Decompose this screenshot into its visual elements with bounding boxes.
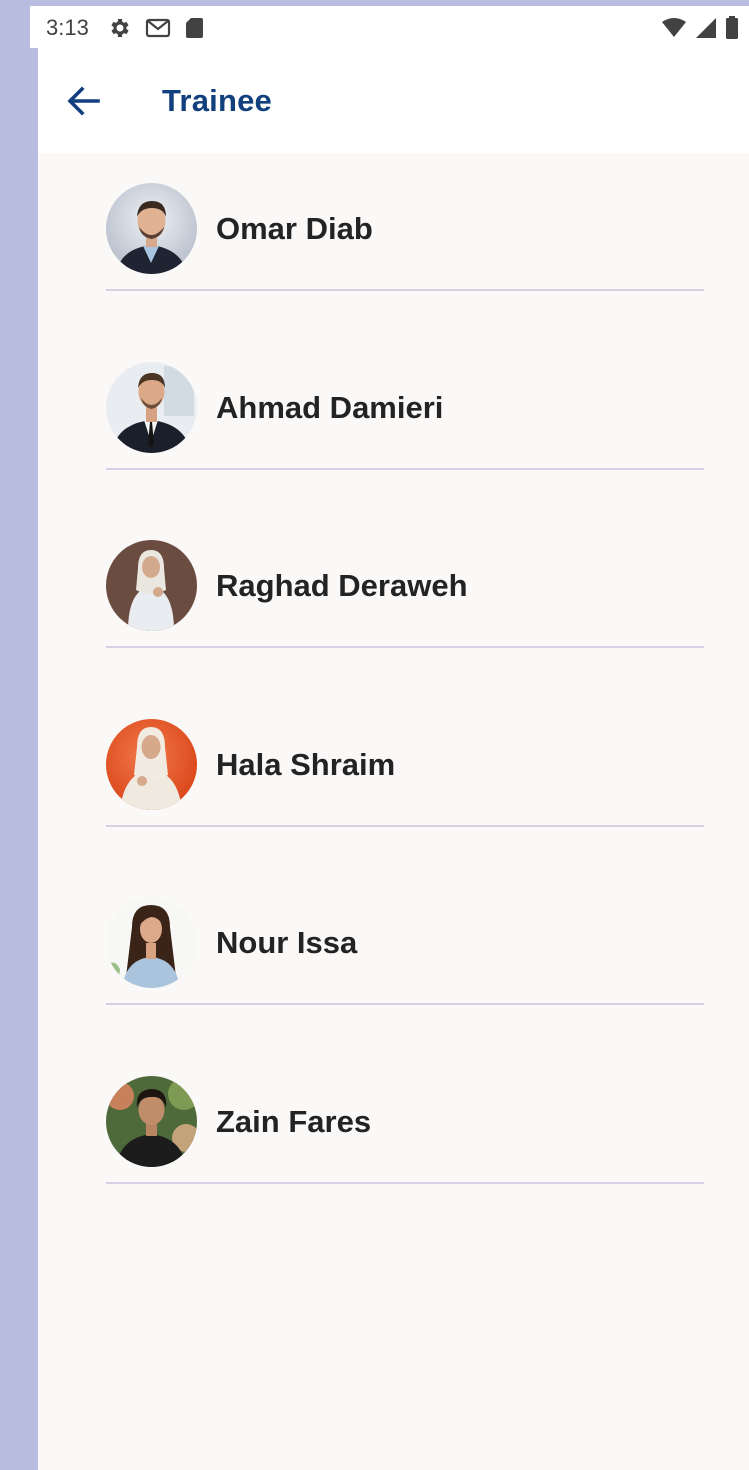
- avatar: [106, 540, 197, 631]
- trainee-item[interactable]: Nour Issa: [106, 897, 704, 1076]
- trainee-item[interactable]: Hala Shraim: [106, 718, 704, 898]
- avatar: [106, 1075, 197, 1167]
- arrow-left-icon: [67, 85, 100, 116]
- avatar: [106, 183, 197, 274]
- avatar: [106, 897, 197, 988]
- avatar-photo: [106, 361, 197, 453]
- divider: [106, 824, 704, 827]
- back-button[interactable]: [38, 61, 130, 141]
- trainee-item[interactable]: Ahmad Damieri: [106, 361, 704, 541]
- avatar-photo: [106, 540, 197, 631]
- app-screen: 3:13 Trainee Omar Diab Ahmad Damieri Rag…: [38, 8, 749, 1470]
- trainee-name: Raghad Deraweh: [216, 568, 468, 603]
- trainee-item[interactable]: Zain Fares: [106, 1075, 704, 1255]
- avatar-photo: [106, 897, 197, 988]
- sd-card-icon: [185, 18, 203, 38]
- divider: [106, 467, 704, 470]
- trainee-name: Nour Issa: [216, 925, 358, 960]
- gmail-icon: [145, 18, 170, 38]
- trainee-name: Omar Diab: [216, 211, 373, 246]
- divider: [106, 289, 704, 291]
- wifi-icon: [662, 18, 686, 37]
- trainee-name: Zain Fares: [216, 1103, 372, 1139]
- status-bar: 3:13: [38, 8, 749, 48]
- page-title: Trainee: [162, 82, 272, 118]
- app-bar: Trainee: [38, 48, 749, 153]
- trainee-name: Ahmad Damieri: [216, 389, 444, 425]
- divider: [106, 1003, 704, 1005]
- gear-icon: [111, 19, 129, 37]
- trainee-name: Hala Shraim: [216, 746, 396, 782]
- divider: [106, 1181, 704, 1184]
- avatar-photo: [106, 718, 197, 810]
- status-time: 3:13: [46, 15, 89, 40]
- avatar: [106, 361, 197, 453]
- battery-icon: [726, 16, 738, 39]
- divider: [106, 646, 704, 648]
- notification-icons: [107, 16, 203, 40]
- system-status-icons: [661, 16, 739, 40]
- trainee-item[interactable]: Raghad Deraweh: [106, 540, 704, 719]
- avatar-photo: [106, 1075, 197, 1167]
- trainee-list: Omar Diab Ahmad Damieri Raghad Deraweh H…: [106, 183, 704, 1254]
- trainee-item[interactable]: Omar Diab: [106, 183, 704, 362]
- status-left: 3:13: [46, 15, 203, 41]
- avatar: [106, 718, 197, 810]
- signal-icon: [696, 18, 716, 38]
- avatar-photo: [106, 183, 197, 274]
